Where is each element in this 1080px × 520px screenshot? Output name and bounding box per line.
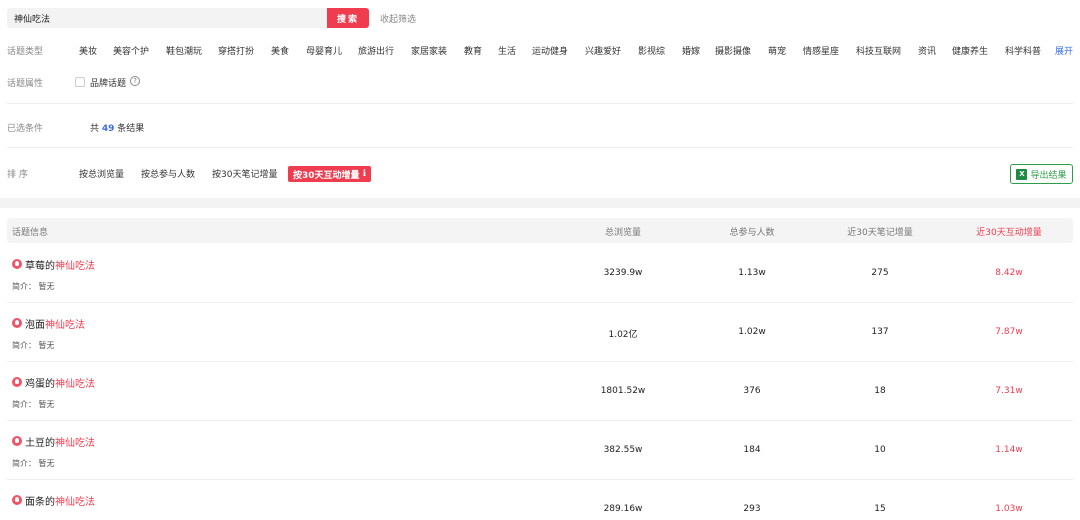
type-option[interactable]: 影视综 xyxy=(638,44,665,57)
sort-row: 排 序 按总浏览量 按总参与人数 按30天笔记增量 按30天互动增量 ℹ X 导… xyxy=(0,164,1080,184)
notes-30d: 275 xyxy=(871,268,889,278)
sort-option-notes[interactable]: 按30天笔记增量 xyxy=(212,167,277,180)
type-option[interactable]: 教育 xyxy=(464,44,482,57)
total-participants: 1.13w xyxy=(738,268,766,278)
type-option[interactable]: 资讯 xyxy=(918,44,936,57)
interactions-30d: 7.87w xyxy=(995,327,1023,337)
total-participants: 376 xyxy=(743,386,761,396)
type-option[interactable]: 婚嫁 xyxy=(682,44,700,57)
type-option[interactable]: 兴趣爱好 xyxy=(585,44,621,57)
col-total-views[interactable]: 总浏览量 xyxy=(605,225,641,238)
topic-title[interactable]: 土豆的神仙吃法 xyxy=(25,434,95,449)
type-option[interactable]: 科学科普 xyxy=(1005,44,1041,57)
total-participants: 1.02w xyxy=(738,327,766,337)
total-participants: 184 xyxy=(743,445,761,455)
result-count-number: 49 xyxy=(101,124,115,134)
divider xyxy=(7,147,1073,148)
section-separator xyxy=(0,198,1080,208)
notes-30d: 18 xyxy=(874,386,886,396)
topic-attribute-filter-row: 话题属性 品牌话题 ? xyxy=(0,76,400,90)
info-icon: ℹ xyxy=(362,169,367,179)
total-views: 1801.52w xyxy=(600,386,646,396)
help-icon[interactable]: ? xyxy=(130,76,140,86)
col-topic-info: 话题信息 xyxy=(12,228,49,238)
col-interactions-30d[interactable]: 近30天互动增量 xyxy=(976,225,1041,238)
sort-option-views[interactable]: 按总浏览量 xyxy=(79,167,124,180)
brand-topic-checkbox[interactable] xyxy=(75,77,85,87)
sort-label: 排 序 xyxy=(7,170,28,180)
topic-desc: 简介： 暂无 xyxy=(12,282,55,291)
brand-topic-label[interactable]: 品牌话题 xyxy=(90,76,126,89)
table-row[interactable]: 草莓的神仙吃法 简介： 暂无 3239.9w 1.13w 275 8.42w xyxy=(7,244,1073,303)
total-views: 289.16w xyxy=(603,504,643,514)
export-button[interactable]: X 导出结果 xyxy=(1010,164,1073,184)
table-header: 话题信息 总浏览量 总参与人数 近30天笔记增量 近30天互动增量 xyxy=(7,218,1073,243)
table-row[interactable]: 面条的神仙吃法 289.16w 293 15 1.03w xyxy=(7,480,1073,520)
topic-type-filter-row: 话题类型 美妆 美容个护 鞋包潮玩 穿搭打扮 美食 母婴育儿 旅游出行 家居家装… xyxy=(0,44,1080,58)
topic-desc: 简介： 暂无 xyxy=(12,341,55,350)
total-views: 3239.9w xyxy=(603,268,643,278)
topic-title[interactable]: 面条的神仙吃法 xyxy=(25,493,95,508)
topic-icon xyxy=(12,436,22,446)
divider xyxy=(7,103,1073,104)
total-views: 382.55w xyxy=(603,445,643,455)
topic-type-label: 话题类型 xyxy=(7,47,44,57)
result-count: 共 49 条结果 xyxy=(90,124,145,134)
interactions-30d: 7.31w xyxy=(995,386,1023,396)
type-option[interactable]: 鞋包潮玩 xyxy=(166,44,202,57)
interactions-30d: 1.14w xyxy=(995,445,1023,455)
search-button[interactable]: 搜索 xyxy=(327,8,369,28)
table-row[interactable]: 土豆的神仙吃法 简介： 暂无 382.55w 184 10 1.14w xyxy=(7,421,1073,480)
topic-title[interactable]: 泡面神仙吃法 xyxy=(25,316,85,331)
notes-30d: 10 xyxy=(874,445,886,455)
total-views: 1.02亿 xyxy=(608,330,638,340)
type-option[interactable]: 美食 xyxy=(271,44,289,57)
interactions-30d: 8.42w xyxy=(995,268,1023,278)
topic-attribute-label: 话题属性 xyxy=(7,79,44,89)
sort-option-participants[interactable]: 按总参与人数 xyxy=(141,167,195,180)
selected-conditions-row: 已选条件 共 49 条结果 xyxy=(0,121,400,135)
type-option[interactable]: 科技互联网 xyxy=(856,44,901,57)
total-participants: 293 xyxy=(743,504,761,514)
type-option[interactable]: 摄影摄像 xyxy=(715,44,751,57)
excel-icon: X xyxy=(1016,168,1028,180)
type-option[interactable]: 母婴育儿 xyxy=(306,44,342,57)
type-option[interactable]: 家居家装 xyxy=(411,44,447,57)
type-option[interactable]: 生活 xyxy=(498,44,516,57)
topic-desc: 简介： 暂无 xyxy=(12,400,55,409)
type-option[interactable]: 美妆 xyxy=(79,44,97,57)
topic-icon xyxy=(12,318,22,328)
selected-conditions-label: 已选条件 xyxy=(7,124,44,134)
type-option[interactable]: 旅游出行 xyxy=(358,44,394,57)
table-row[interactable]: 泡面神仙吃法 简介： 暂无 1.02亿 1.02w 137 7.87w xyxy=(7,303,1073,362)
topic-desc: 简介： 暂无 xyxy=(12,459,55,468)
notes-30d: 137 xyxy=(871,327,889,337)
notes-30d: 15 xyxy=(874,504,886,514)
type-option[interactable]: 萌宠 xyxy=(768,44,786,57)
type-option[interactable]: 健康养生 xyxy=(952,44,988,57)
col-total-participants[interactable]: 总参与人数 xyxy=(729,225,774,238)
topic-icon xyxy=(12,377,22,387)
search-bar: 搜索 收起筛选 xyxy=(7,8,416,28)
type-option[interactable]: 情感星座 xyxy=(803,44,839,57)
search-input[interactable] xyxy=(7,8,327,28)
sort-option-interactions-active[interactable]: 按30天互动增量 ℹ xyxy=(288,166,372,182)
topic-title[interactable]: 鸡蛋的神仙吃法 xyxy=(25,375,95,390)
type-option[interactable]: 运动健身 xyxy=(532,44,568,57)
topic-icon xyxy=(12,495,22,505)
interactions-30d: 1.03w xyxy=(995,504,1023,514)
topic-icon xyxy=(12,259,22,269)
expand-types-link[interactable]: 展开 xyxy=(1055,44,1073,57)
type-option[interactable]: 美容个护 xyxy=(113,44,149,57)
collapse-filters-link[interactable]: 收起筛选 xyxy=(380,12,416,25)
topic-title[interactable]: 草莓的神仙吃法 xyxy=(25,257,95,272)
type-option[interactable]: 穿搭打扮 xyxy=(218,44,254,57)
table-row[interactable]: 鸡蛋的神仙吃法 简介： 暂无 1801.52w 376 18 7.31w xyxy=(7,362,1073,421)
col-notes-30d[interactable]: 近30天笔记增量 xyxy=(847,225,912,238)
